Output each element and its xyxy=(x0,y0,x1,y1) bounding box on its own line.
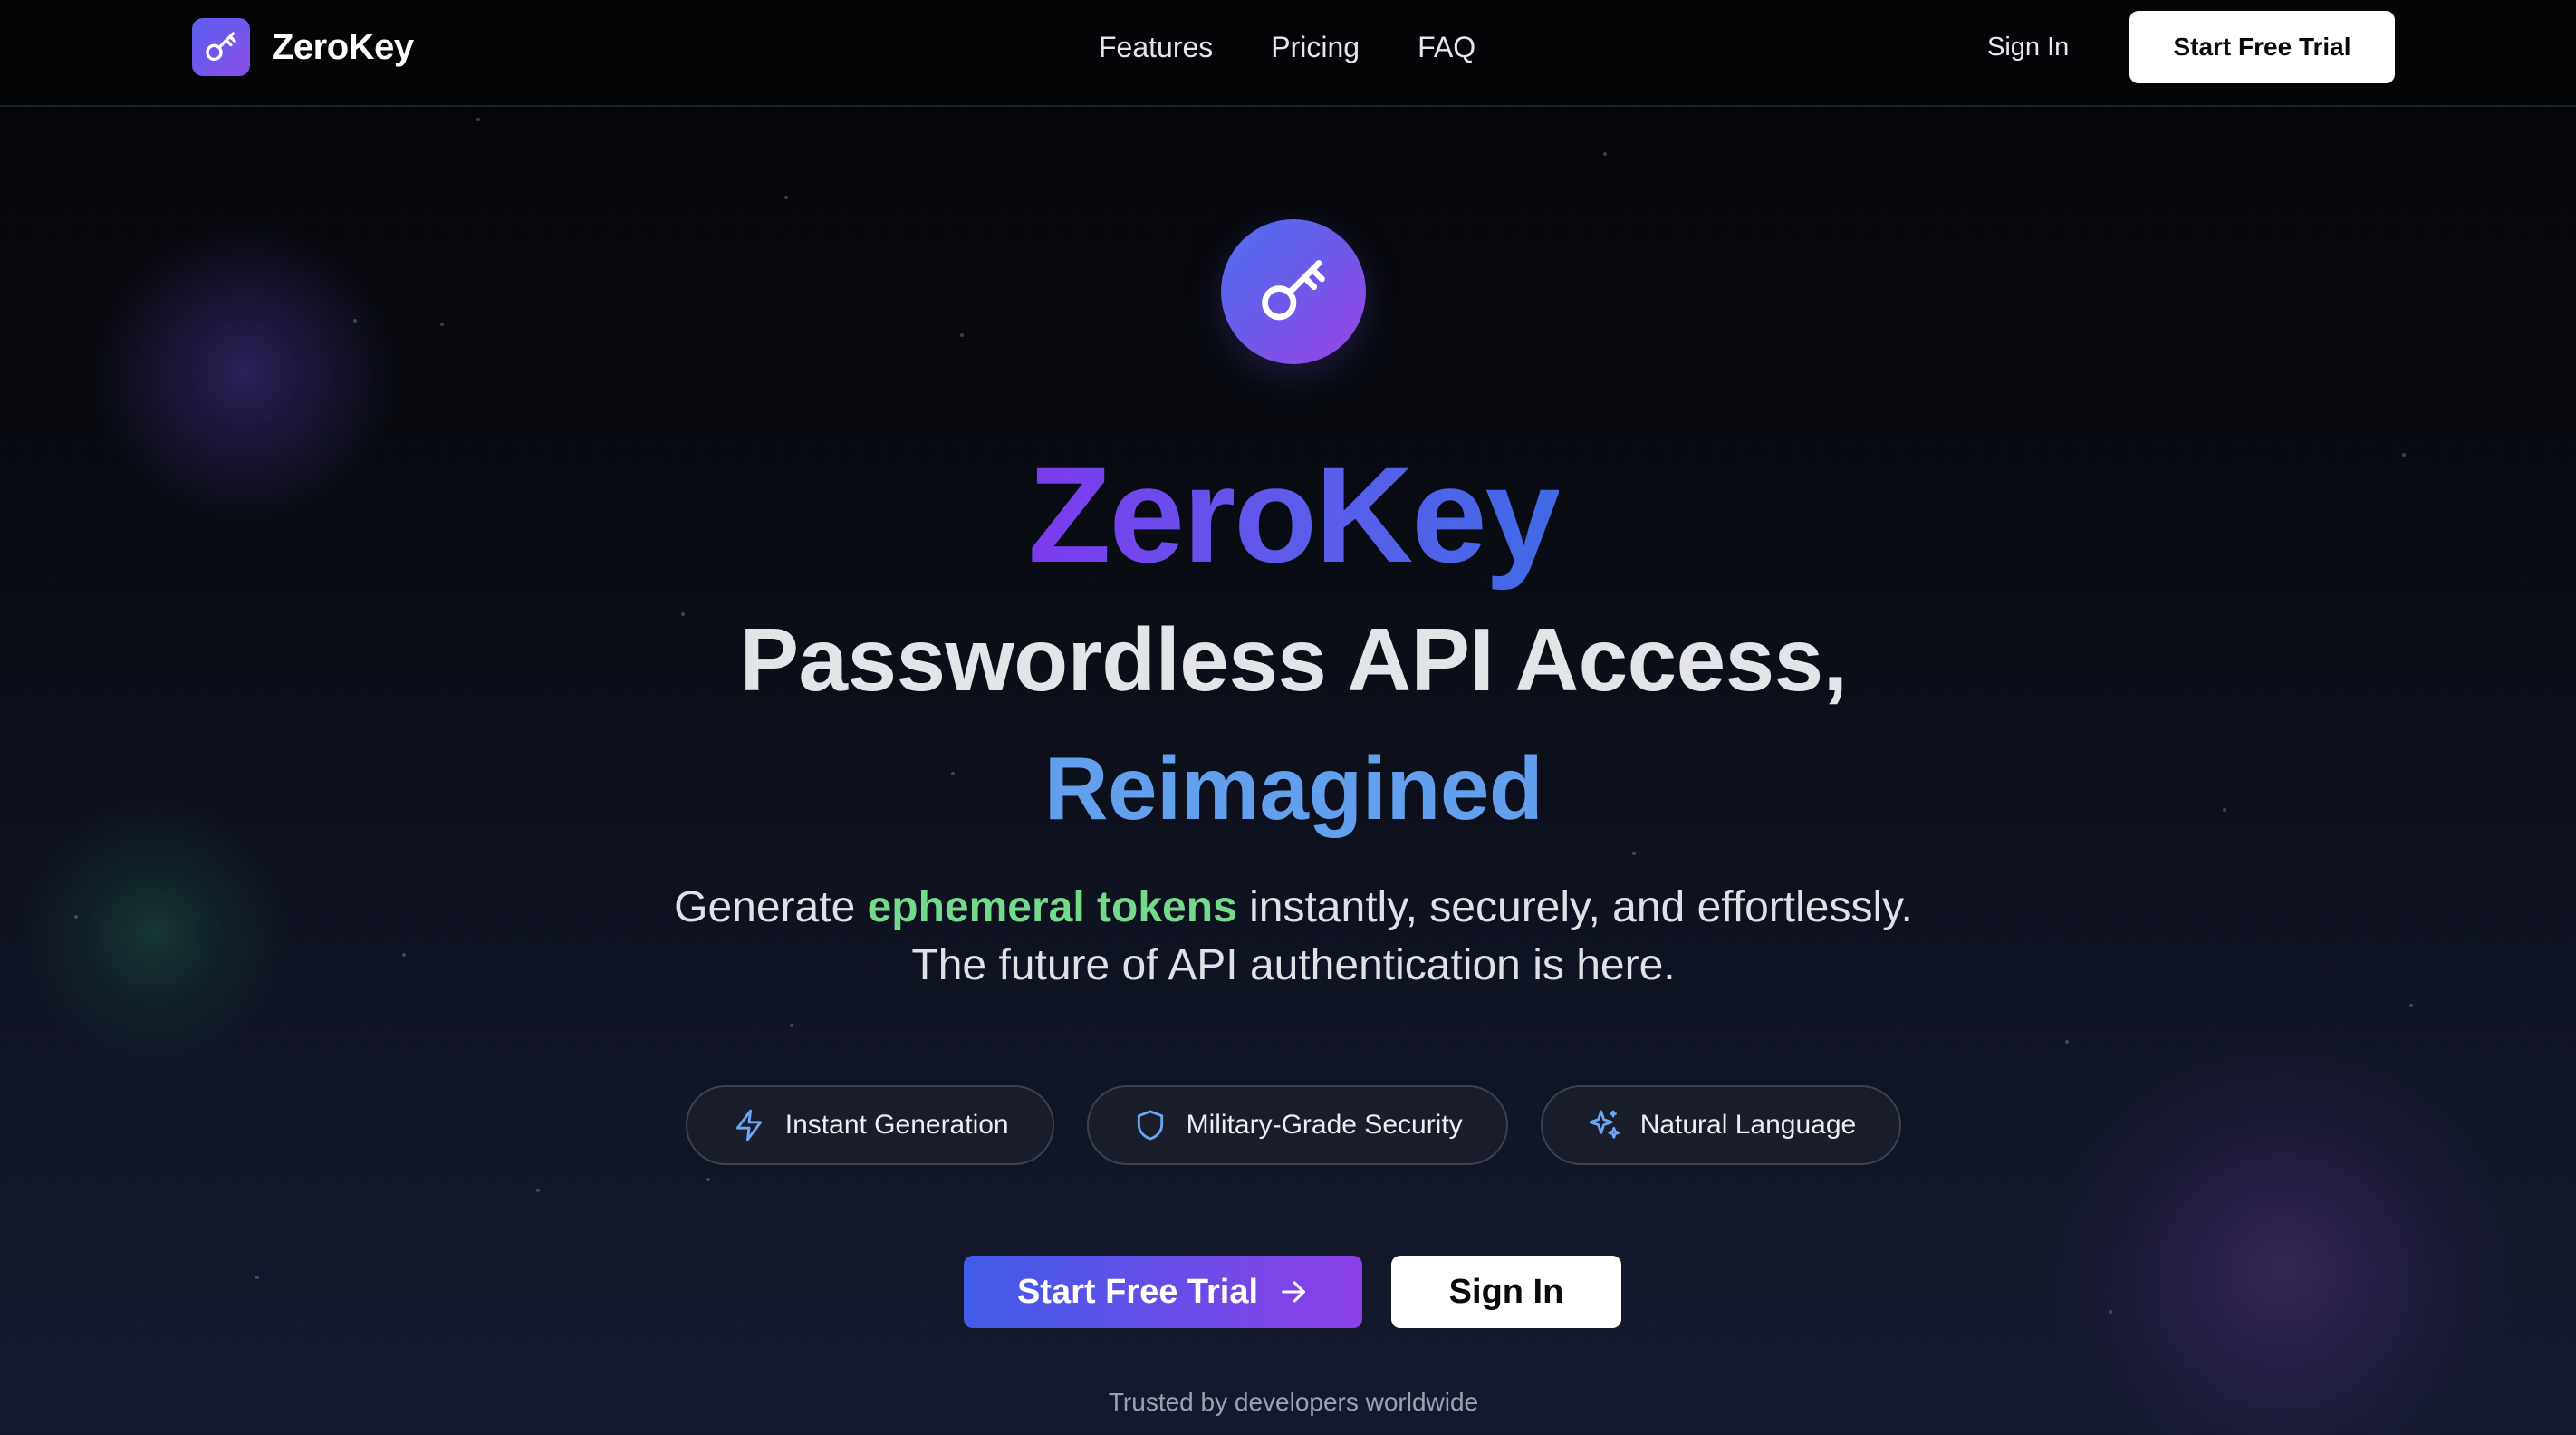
star-dot xyxy=(476,118,480,121)
shield-icon xyxy=(1132,1107,1168,1143)
description-highlight: ephemeral tokens xyxy=(867,883,1237,931)
star-dot xyxy=(2409,1004,2413,1007)
feature-pills: Instant Generation Military-Grade Securi… xyxy=(0,1085,2576,1165)
nav-link-pricing[interactable]: Pricing xyxy=(1271,22,1360,72)
hero-description: Generate ephemeral tokens instantly, sec… xyxy=(0,879,2576,995)
arrow-right-icon xyxy=(1278,1276,1309,1307)
feature-pill-label: Military-Grade Security xyxy=(1186,1110,1463,1140)
description-line2: The future of API authentication is here… xyxy=(911,941,1676,989)
feature-pill-natural-language[interactable]: Natural Language xyxy=(1540,1085,1902,1165)
hero-title-text: ZeroKey xyxy=(1027,438,1561,591)
star-dot xyxy=(790,1024,793,1027)
nav-sign-in-link[interactable]: Sign In xyxy=(1987,22,2069,72)
nav-start-trial-button[interactable]: Start Free Trial xyxy=(2129,11,2395,83)
star-dot xyxy=(1603,152,1607,156)
trusted-by-note: Trusted by developers worldwide xyxy=(1108,1388,1479,1416)
description-suffix: instantly, securely, and effortlessly. xyxy=(1236,883,1913,931)
feature-pill-security[interactable]: Military-Grade Security xyxy=(1086,1085,1508,1165)
feature-pill-label: Natural Language xyxy=(1639,1110,1857,1140)
brand-name: ZeroKey xyxy=(272,26,414,67)
star-dot xyxy=(255,1276,259,1279)
star-dot xyxy=(440,323,444,326)
star-dot xyxy=(960,333,964,337)
star-dot xyxy=(2065,1040,2069,1044)
star-dot xyxy=(784,196,788,199)
sparkles-icon xyxy=(1586,1107,1622,1143)
star-dot xyxy=(1632,852,1636,855)
feature-pill-label: Instant Generation xyxy=(784,1110,1009,1140)
lightning-icon xyxy=(731,1107,767,1143)
star-dot xyxy=(353,319,357,323)
hero-title: ZeroKey xyxy=(0,433,2576,596)
start-trial-label: Start Free Trial xyxy=(1016,1272,1259,1311)
feature-pill-instant-generation[interactable]: Instant Generation xyxy=(685,1085,1054,1165)
hero-sign-in-button[interactable]: Sign In xyxy=(1391,1256,1621,1328)
background-decoration xyxy=(0,0,2576,1435)
hero-key-icon xyxy=(1221,219,1366,364)
hero-subtitle-line2: Reimagined xyxy=(1043,738,1543,838)
nav-link-faq[interactable]: FAQ xyxy=(1418,22,1475,72)
nav-links: Features Pricing FAQ xyxy=(1099,22,1475,72)
top-navbar: ZeroKey Features Pricing FAQ Sign In Sta… xyxy=(0,0,2576,107)
nav-link-features[interactable]: Features xyxy=(1099,22,1213,72)
description-prefix: Generate xyxy=(674,883,868,931)
key-icon xyxy=(192,18,250,76)
hero-subtitle-line1: Passwordless API Access, xyxy=(739,610,1848,709)
brand-logo-link[interactable]: ZeroKey xyxy=(192,18,414,76)
star-dot xyxy=(536,1189,540,1192)
star-dot xyxy=(2109,1310,2112,1314)
description-line1: Generate ephemeral tokens instantly, sec… xyxy=(0,879,2576,937)
hero-start-trial-button[interactable]: Start Free Trial xyxy=(964,1256,1362,1328)
star-dot xyxy=(706,1178,710,1181)
